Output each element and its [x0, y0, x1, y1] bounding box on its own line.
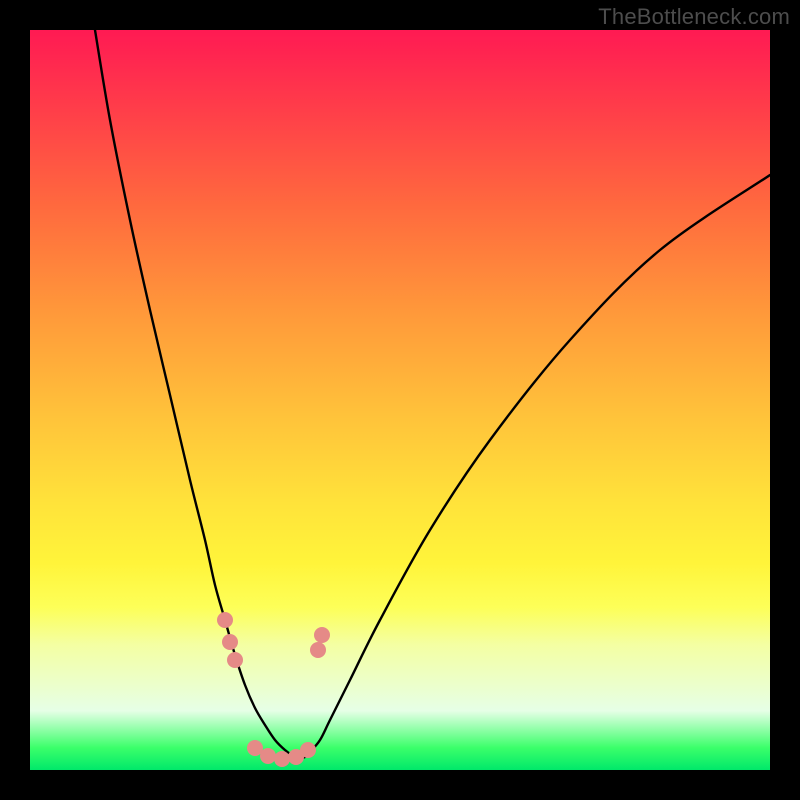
- chart-stage: TheBottleneck.com: [0, 0, 800, 800]
- marker-valley-seg-5: [300, 742, 316, 758]
- marker-left-seg-top: [217, 612, 233, 628]
- plot-area: [30, 30, 770, 770]
- marker-right-seg-top: [314, 627, 330, 643]
- watermark-text: TheBottleneck.com: [598, 4, 790, 30]
- curve-markers: [217, 612, 330, 767]
- marker-valley-seg-3: [274, 751, 290, 767]
- curve-svg: [30, 30, 770, 770]
- marker-valley-seg-2: [260, 748, 276, 764]
- marker-left-seg-bot: [227, 652, 243, 668]
- bottleneck-curve: [95, 30, 770, 758]
- marker-left-seg-mid: [222, 634, 238, 650]
- marker-right-seg-bot: [310, 642, 326, 658]
